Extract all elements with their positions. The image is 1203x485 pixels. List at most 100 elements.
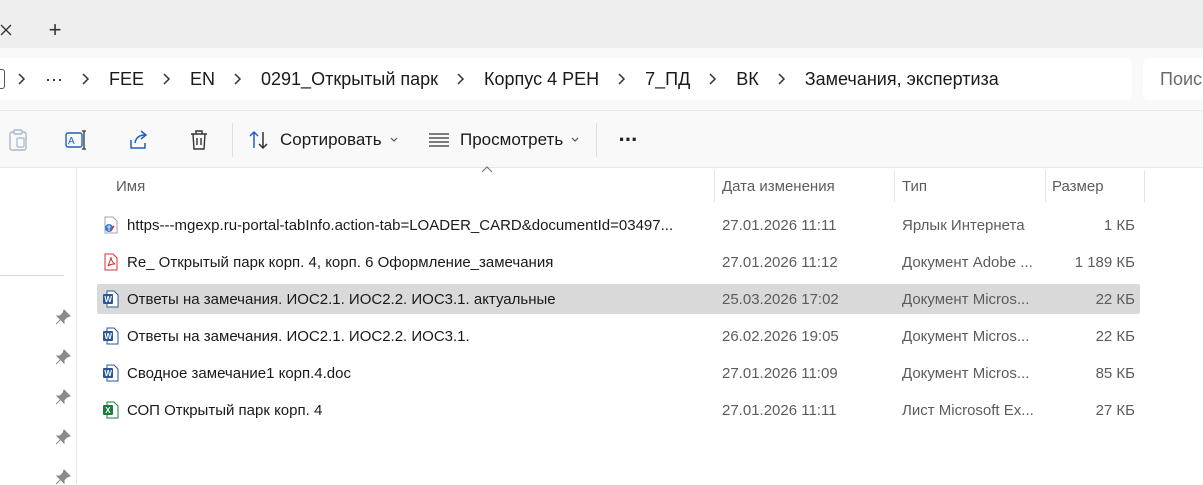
pin-icon[interactable]: [55, 389, 71, 405]
file-size: 27 КБ: [1095, 401, 1135, 419]
file-name: Ответы на замечания. ИОС2.1. ИОС2.2. ИОС…: [127, 327, 470, 345]
chevron-right-icon[interactable]: [13, 73, 31, 85]
chevron-right-icon[interactable]: [229, 73, 247, 85]
breadcrumb-item[interactable]: Корпус 4 РЕН: [478, 69, 605, 90]
file-type: Ярлык Интернета: [902, 216, 1025, 234]
breadcrumb-item[interactable]: EN: [184, 69, 221, 90]
breadcrumb-current[interactable]: Замечания, экспертиза: [799, 69, 1005, 90]
sort-icon: [249, 130, 268, 150]
more-options-button[interactable]: ···: [612, 123, 644, 157]
close-tab-icon[interactable]: [0, 18, 16, 42]
file-size: 1 189 КБ: [1074, 253, 1135, 271]
file-row[interactable]: W Ответы на замечания. ИОС2.1. ИОС2.2. ИО…: [97, 321, 1140, 351]
svg-text:A: A: [68, 136, 75, 147]
paste-icon: [9, 129, 27, 151]
file-date: 27.01.2026 11:11: [722, 216, 837, 234]
column-date-header[interactable]: Дата изменения: [722, 168, 892, 204]
paste-button[interactable]: [4, 123, 32, 157]
share-button[interactable]: [124, 123, 154, 157]
breadcrumb[interactable]: ··· FEE EN 0291_Открытый парк Корпус 4 Р…: [0, 58, 1132, 100]
pin-icon[interactable]: [55, 349, 71, 365]
more-icon: ···: [618, 127, 639, 152]
file-date: 27.01.2026 11:12: [722, 253, 838, 271]
file-type: Документ Micros...: [902, 327, 1030, 345]
column-header: Имя Дата изменения Тип Размер: [77, 166, 1203, 204]
word-file-icon: W: [102, 327, 120, 345]
chevron-down-icon: [390, 137, 398, 142]
file-date: 26.02.2026 19:05: [722, 327, 839, 345]
file-row[interactable]: W Ответы на замечания. ИОС2.1. ИОС2.2. ИО…: [97, 284, 1140, 314]
rename-button[interactable]: A: [62, 123, 92, 157]
breadcrumb-overflow[interactable]: ···: [39, 69, 69, 90]
view-button[interactable]: Просмотреть: [428, 123, 579, 157]
toolbar-divider: [232, 123, 233, 157]
pin-icon[interactable]: [55, 469, 71, 485]
svg-text:W: W: [104, 369, 112, 378]
search-input[interactable]: Поиск: [1143, 58, 1203, 100]
chevron-right-icon[interactable]: [613, 73, 631, 85]
breadcrumb-item[interactable]: FEE: [103, 69, 150, 90]
file-size: 22 КБ: [1095, 290, 1135, 308]
toolbar-divider: [596, 123, 597, 157]
chevron-right-icon[interactable]: [452, 73, 470, 85]
sort-button[interactable]: Сортировать: [248, 123, 398, 157]
file-date: 25.03.2026 17:02: [722, 290, 839, 308]
plus-icon: +: [48, 17, 62, 42]
chevron-right-icon[interactable]: [77, 73, 95, 85]
column-resizer[interactable]: [714, 170, 715, 202]
breadcrumb-item[interactable]: ВК: [730, 69, 765, 90]
file-row[interactable]: Re_ Открытый парк корп. 4, корп. 6 Оформ…: [97, 247, 1140, 277]
file-type: Документ Micros...: [902, 290, 1030, 308]
svg-text:W: W: [104, 295, 112, 304]
sort-label: Сортировать: [280, 130, 382, 149]
search-placeholder: Поиск: [1160, 69, 1203, 89]
navigation-pane: [0, 168, 77, 485]
column-type-header[interactable]: Тип: [902, 168, 1042, 204]
view-label: Просмотреть: [460, 130, 564, 149]
column-resizer[interactable]: [1045, 170, 1046, 202]
pin-icon[interactable]: [55, 429, 71, 445]
svg-text:X: X: [105, 406, 111, 415]
file-date: 27.01.2026 11:09: [722, 364, 838, 382]
command-bar: A Сортировать Просмотреть ···: [0, 110, 1203, 168]
file-row[interactable]: https---mgexp.ru-portal-tabInfo.action-t…: [97, 210, 1140, 240]
chevron-right-icon[interactable]: [773, 73, 791, 85]
internet-shortcut-icon: [102, 216, 120, 234]
view-list-icon: [429, 133, 449, 147]
new-tab-button[interactable]: +: [36, 14, 74, 46]
file-size: 22 КБ: [1095, 327, 1135, 345]
breadcrumb-item[interactable]: 7_ПД: [639, 69, 696, 90]
file-row[interactable]: X СОП Открытый парк корп. 4 27.01.2026 11:…: [97, 395, 1140, 425]
excel-file-icon: X: [102, 401, 120, 419]
svg-text:W: W: [104, 332, 112, 341]
chevron-right-icon[interactable]: [704, 73, 722, 85]
rename-icon: A: [65, 130, 86, 150]
word-file-icon: W: [102, 364, 120, 382]
nav-divider: [0, 275, 64, 276]
word-file-icon: W: [102, 290, 120, 308]
chevron-right-icon[interactable]: [158, 73, 176, 85]
file-type: Документ Micros...: [902, 364, 1030, 382]
file-type: Документ Adobe ...: [902, 253, 1033, 271]
file-name: Сводное замечание1 корп.4.doc: [127, 364, 351, 382]
pdf-file-icon: [102, 253, 120, 271]
file-name: Ответы на замечания. ИОС2.1. ИОС2.2. ИОС…: [127, 290, 556, 308]
column-name-header[interactable]: Имя: [116, 168, 716, 204]
pin-icon[interactable]: [55, 309, 71, 325]
file-size: 85 КБ: [1095, 364, 1135, 382]
file-name: Re_ Открытый парк корп. 4, корп. 6 Оформ…: [127, 253, 554, 271]
chevron-down-icon: [571, 137, 579, 142]
file-size: 1 КБ: [1103, 216, 1135, 234]
file-type: Лист Microsoft Ex...: [902, 401, 1034, 419]
file-name: СОП Открытый парк корп. 4: [127, 401, 323, 419]
breadcrumb-item[interactable]: 0291_Открытый парк: [255, 69, 444, 90]
file-date: 27.01.2026 11:11: [722, 401, 837, 419]
column-resizer[interactable]: [1144, 170, 1145, 202]
file-name: https---mgexp.ru-portal-tabInfo.action-t…: [127, 216, 674, 234]
share-icon: [130, 130, 148, 149]
file-row[interactable]: W Сводное замечание1 корп.4.doc 27.01.2026…: [97, 358, 1140, 388]
column-size-header[interactable]: Размер: [1052, 168, 1142, 204]
delete-button[interactable]: [184, 123, 214, 157]
root-folder-icon[interactable]: [0, 69, 5, 89]
column-resizer[interactable]: [894, 170, 895, 202]
